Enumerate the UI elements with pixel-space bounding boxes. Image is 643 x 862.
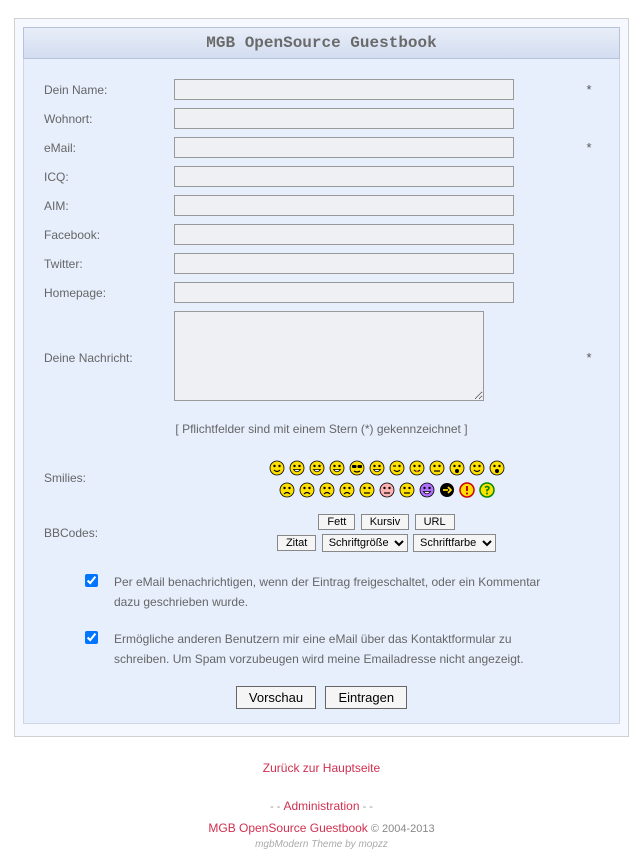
name-input[interactable] [174, 79, 514, 100]
smiley-frown-icon[interactable] [299, 482, 315, 498]
smiley-mad-icon[interactable] [339, 482, 355, 498]
smiley-smile-icon[interactable] [269, 460, 285, 476]
label-message: Deine Nachricht: [44, 351, 174, 365]
label-aim: AIM: [44, 199, 174, 213]
wohnort-input[interactable] [174, 108, 514, 129]
smiley-rolleyes-icon[interactable] [469, 460, 485, 476]
smilies-row: Smilies: [44, 456, 599, 500]
page-container: MGB OpenSource Guestbook Dein Name: * Wo… [14, 18, 629, 737]
bbcode-zitat-button[interactable]: Zitat [277, 535, 316, 551]
smiley-embarrassed-icon[interactable] [359, 482, 375, 498]
smiley-tongue-icon[interactable] [409, 460, 425, 476]
vorschau-button[interactable]: Vorschau [236, 686, 316, 709]
aim-input[interactable] [174, 195, 514, 216]
bbcode-kursiv-button[interactable]: Kursiv [361, 514, 410, 530]
bbcodes-label: BBCodes: [44, 526, 174, 540]
notify-text: Per eMail benachrichtigen, wenn der Eint… [114, 572, 589, 613]
icq-input[interactable] [174, 166, 514, 187]
notify-row: Per eMail benachrichtigen, wenn der Eint… [44, 572, 599, 613]
smiley-exclaim-icon[interactable] [459, 482, 475, 498]
smiley-wink-icon[interactable] [389, 460, 405, 476]
message-textarea[interactable] [174, 311, 484, 401]
smiley-redface-icon[interactable] [379, 482, 395, 498]
smiley-cry-icon[interactable] [319, 482, 335, 498]
bbcode-url-button[interactable]: URL [415, 514, 455, 530]
smiley-confused-icon[interactable] [449, 460, 465, 476]
row-icq: ICQ: [44, 166, 599, 187]
bbcodes-buttons: Fett Kursiv URL Zitat Schriftgröße Schri… [174, 512, 599, 554]
smiley-eek-icon[interactable] [489, 460, 505, 476]
label-facebook: Facebook: [44, 228, 174, 242]
smiley-biggrin-icon[interactable] [309, 460, 325, 476]
bbcode-schriftfarbe-select[interactable]: Schriftfarbe [413, 534, 496, 552]
smilies-label: Smilies: [44, 471, 174, 485]
back-link[interactable]: Zurück zur Hauptseite [263, 761, 380, 775]
submit-row: Vorschau Eintragen [44, 686, 599, 709]
smiley-laugh-icon[interactable] [329, 460, 345, 476]
smiley-arrow-icon[interactable] [439, 482, 455, 498]
contact-row: Ermögliche anderen Benutzern mir eine eM… [44, 629, 599, 670]
smiley-neutral-icon[interactable] [429, 460, 445, 476]
required-email: * [579, 140, 599, 155]
theme-credit: mgbModern Theme by mopzz [0, 839, 643, 850]
twitter-input[interactable] [174, 253, 514, 274]
row-email: eMail: * [44, 137, 599, 158]
admin-link[interactable]: Administration [283, 799, 359, 813]
product-link[interactable]: MGB OpenSource Guestbook [208, 821, 367, 835]
row-wohnort: Wohnort: [44, 108, 599, 129]
label-email: eMail: [44, 141, 174, 155]
required-hint: [ Pflichtfelder sind mit einem Stern (*)… [44, 422, 599, 436]
form: Dein Name: * Wohnort: eMail: * ICQ: AIM:… [23, 59, 620, 724]
required-name: * [579, 82, 599, 97]
smiley-cool-icon[interactable] [349, 460, 365, 476]
row-message: Deine Nachricht: * [44, 311, 599, 404]
page-title: MGB OpenSource Guestbook [23, 27, 620, 59]
bbcodes-row: BBCodes: Fett Kursiv URL Zitat Schriftgr… [44, 512, 599, 554]
email-input[interactable] [174, 137, 514, 158]
notify-checkbox[interactable] [85, 574, 98, 587]
bbcode-schriftgroesse-select[interactable]: Schriftgröße [322, 534, 408, 552]
smiley-grin-icon[interactable] [289, 460, 305, 476]
smilies-grid [174, 456, 599, 500]
row-homepage: Homepage: [44, 282, 599, 303]
label-twitter: Twitter: [44, 257, 174, 271]
row-facebook: Facebook: [44, 224, 599, 245]
smiley-sad-icon[interactable] [279, 482, 295, 498]
smiley-evil-icon[interactable] [419, 482, 435, 498]
label-homepage: Homepage: [44, 286, 174, 300]
footer: Zurück zur Hauptseite - - Administration… [0, 761, 643, 850]
row-twitter: Twitter: [44, 253, 599, 274]
smiley-question-icon[interactable] [479, 482, 495, 498]
row-aim: AIM: [44, 195, 599, 216]
row-name: Dein Name: * [44, 79, 599, 100]
copyright: MGB OpenSource Guestbook © 2004-2013 [0, 821, 643, 835]
smiley-lol-icon[interactable] [369, 460, 385, 476]
facebook-input[interactable] [174, 224, 514, 245]
eintragen-button[interactable]: Eintragen [325, 686, 407, 709]
bbcode-fett-button[interactable]: Fett [318, 514, 355, 530]
label-name: Dein Name: [44, 83, 174, 97]
contact-checkbox[interactable] [85, 631, 98, 644]
label-icq: ICQ: [44, 170, 174, 184]
label-wohnort: Wohnort: [44, 112, 174, 126]
homepage-input[interactable] [174, 282, 514, 303]
contact-text: Ermögliche anderen Benutzern mir eine eM… [114, 629, 589, 670]
smiley-sleep-icon[interactable] [399, 482, 415, 498]
required-message: * [579, 350, 599, 365]
